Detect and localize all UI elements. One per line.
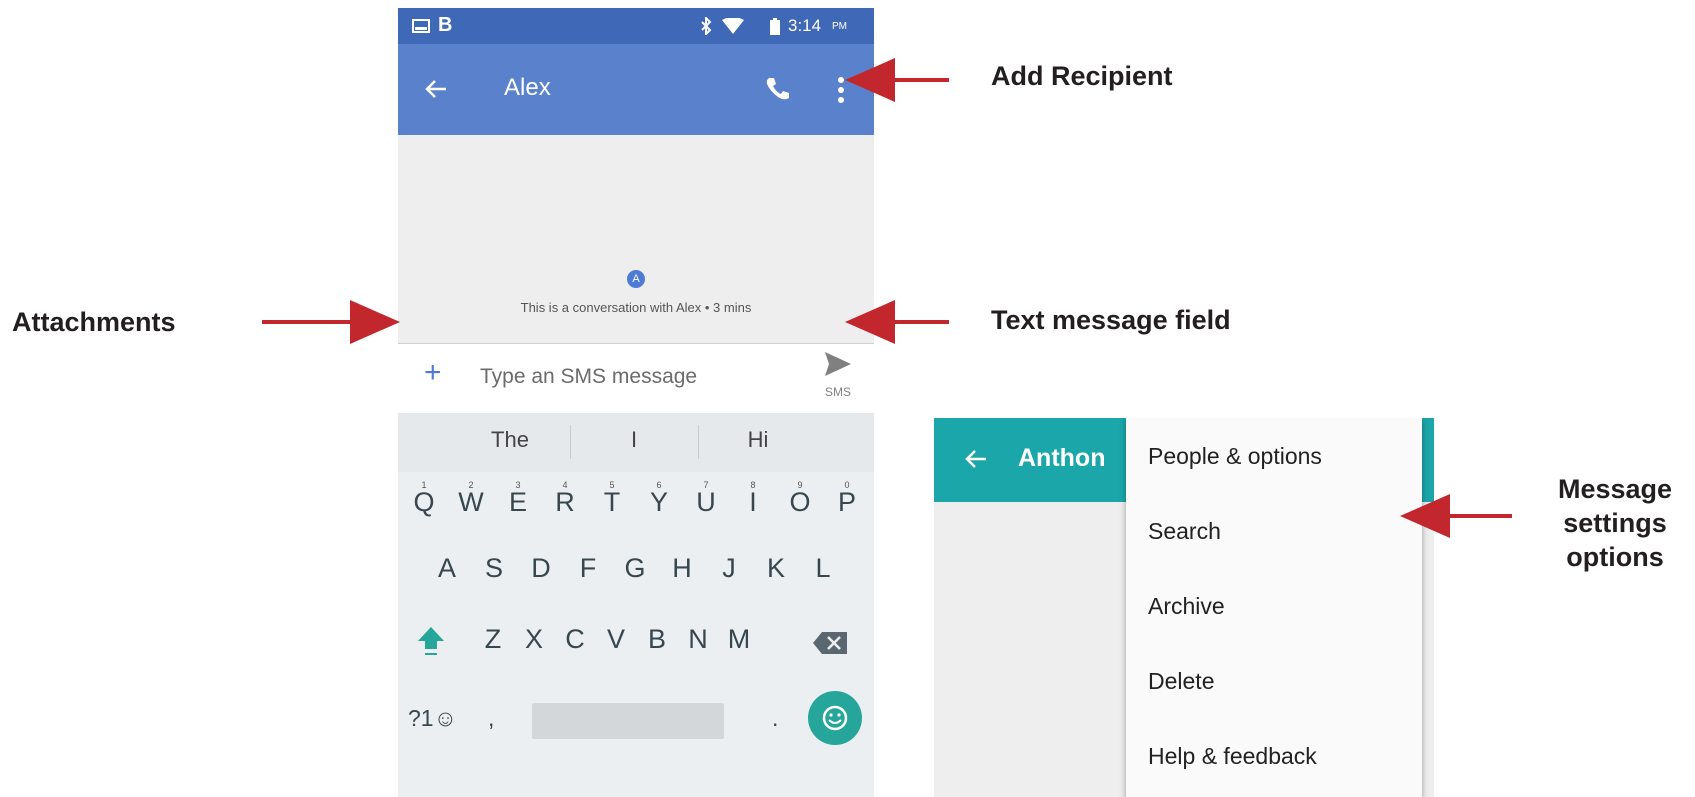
suggestion-strip: The I Hi: [398, 413, 874, 472]
key-e[interactable]: E: [499, 487, 537, 518]
plus-icon[interactable]: +: [424, 356, 442, 390]
key-d[interactable]: D: [522, 553, 560, 584]
key-b[interactable]: B: [638, 624, 676, 655]
suggestion-i[interactable]: I: [574, 427, 694, 453]
app-bar: Alex: [398, 44, 874, 135]
key-k[interactable]: K: [757, 553, 795, 584]
overflow-menu: People & options Search Archive Delete H…: [1126, 418, 1422, 797]
conversation-title: Alex: [504, 74, 551, 101]
key-g[interactable]: G: [616, 553, 654, 584]
more-vert-icon[interactable]: [837, 76, 845, 104]
image-notification-icon: [412, 19, 430, 33]
keyboard: The I Hi 1 2 3 4 5 6 7 8 9 0 Q W E R T Y…: [398, 413, 874, 797]
key-o[interactable]: O: [781, 487, 819, 518]
message-settings-line: Message: [1557, 474, 1673, 504]
sms-message-input[interactable]: [480, 360, 780, 394]
arrow-back-icon[interactable]: [424, 78, 448, 100]
key-l[interactable]: L: [804, 553, 842, 584]
phone-icon[interactable]: [764, 76, 790, 102]
backspace-icon[interactable]: [812, 631, 848, 655]
key-f[interactable]: F: [569, 553, 607, 584]
key-c[interactable]: C: [556, 624, 594, 655]
message-composer: + SMS: [398, 343, 874, 414]
key-t[interactable]: T: [593, 487, 631, 518]
send-button[interactable]: SMS: [818, 352, 858, 399]
menu-item-search[interactable]: Search: [1148, 518, 1221, 545]
space-bar[interactable]: [532, 703, 724, 739]
suggestion-the[interactable]: The: [450, 427, 570, 453]
key-q[interactable]: Q: [405, 487, 443, 518]
avatar: A: [627, 270, 645, 288]
key-r[interactable]: R: [546, 487, 584, 518]
shift-icon[interactable]: [416, 625, 446, 659]
message-settings-arrow: [1400, 494, 1512, 538]
menu-item-delete[interactable]: Delete: [1148, 668, 1214, 695]
status-ampm: PM: [832, 21, 847, 32]
text-field-arrow: [845, 300, 949, 344]
text-message-field-label: Text message field: [991, 305, 1231, 335]
key-i[interactable]: I: [734, 487, 772, 518]
key-u[interactable]: U: [687, 487, 725, 518]
key-z[interactable]: Z: [474, 624, 512, 655]
key-j[interactable]: J: [710, 553, 748, 584]
key-p[interactable]: P: [828, 487, 866, 518]
arrow-back-icon[interactable]: [964, 448, 988, 470]
status-time: 3:14: [788, 16, 822, 35]
menu-item-archive[interactable]: Archive: [1148, 593, 1225, 620]
attachments-arrow: [262, 300, 400, 344]
emoji-icon: [822, 705, 848, 731]
status-bar: B 3:14 PM: [398, 8, 874, 44]
menu-screenshot: Anthon People & options Search Archive D…: [934, 418, 1434, 797]
message-settings-line: settings: [1563, 508, 1667, 538]
b-app-icon: B: [438, 14, 453, 36]
key-w[interactable]: W: [452, 487, 490, 518]
key-y[interactable]: Y: [640, 487, 678, 518]
symbols-key[interactable]: ?1☺: [408, 705, 457, 732]
bluetooth-icon: [701, 17, 712, 35]
menu-item-people-options[interactable]: People & options: [1148, 443, 1322, 470]
key-a[interactable]: A: [428, 553, 466, 584]
add-recipient-label: Add Recipient: [991, 61, 1173, 91]
conversation-title: Anthon: [1018, 444, 1106, 472]
message-settings-label: Message settings options: [1540, 472, 1690, 574]
send-icon: [825, 352, 851, 376]
conversation-area: A This is a conversation with Alex • 3 m…: [398, 135, 874, 343]
send-label: SMS: [824, 385, 851, 399]
add-recipient-arrow: [845, 58, 949, 102]
key-x[interactable]: X: [515, 624, 553, 655]
suggestion-divider: [570, 425, 571, 459]
phone-screen: B 3:14 PM Alex A This is a conversation …: [398, 8, 874, 797]
period-key[interactable]: .: [772, 705, 778, 732]
key-s[interactable]: S: [475, 553, 513, 584]
key-v[interactable]: V: [597, 624, 635, 655]
conversation-info: This is a conversation with Alex • 3 min…: [520, 300, 752, 315]
emoji-button[interactable]: [808, 691, 862, 745]
wifi-icon: [722, 18, 744, 34]
key-h[interactable]: H: [663, 553, 701, 584]
key-m[interactable]: M: [720, 624, 758, 655]
attachments-label: Attachments: [12, 307, 176, 337]
comma-key[interactable]: ,: [488, 705, 494, 732]
key-n[interactable]: N: [679, 624, 717, 655]
battery-icon: [770, 18, 780, 35]
menu-item-help-feedback[interactable]: Help & feedback: [1148, 743, 1317, 770]
message-settings-line: options: [1566, 542, 1664, 572]
suggestion-hi[interactable]: Hi: [698, 427, 818, 453]
